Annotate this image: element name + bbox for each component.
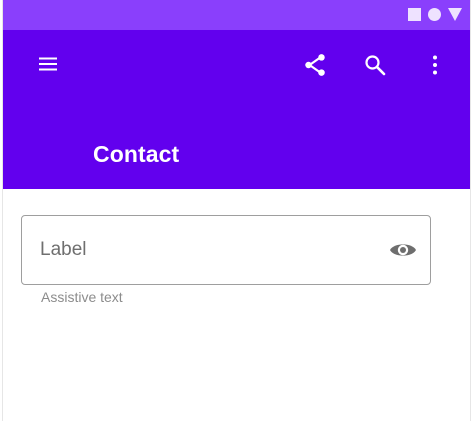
share-icon: [305, 54, 325, 76]
page-title: Contact: [93, 141, 180, 167]
square-icon: [408, 8, 421, 21]
menu-button[interactable]: [28, 44, 68, 84]
circle-icon: [428, 8, 441, 21]
eye-icon: [390, 244, 416, 256]
status-icons: [408, 8, 462, 21]
menu-icon: [39, 57, 57, 71]
more-vert-icon: [433, 55, 437, 75]
share-button[interactable]: [295, 45, 335, 85]
more-options-button[interactable]: [415, 45, 455, 85]
search-icon: [365, 55, 386, 76]
app-screen: Contact Assistive text: [2, 0, 471, 421]
assistive-text: Assistive text: [41, 289, 123, 305]
visibility-toggle-button[interactable]: [388, 236, 418, 264]
triangle-icon: [448, 8, 462, 21]
search-button[interactable]: [355, 45, 395, 85]
password-text-field[interactable]: [21, 215, 431, 285]
label-input[interactable]: [40, 216, 370, 284]
status-bar: [3, 0, 470, 30]
top-app-bar: Contact: [3, 30, 470, 189]
